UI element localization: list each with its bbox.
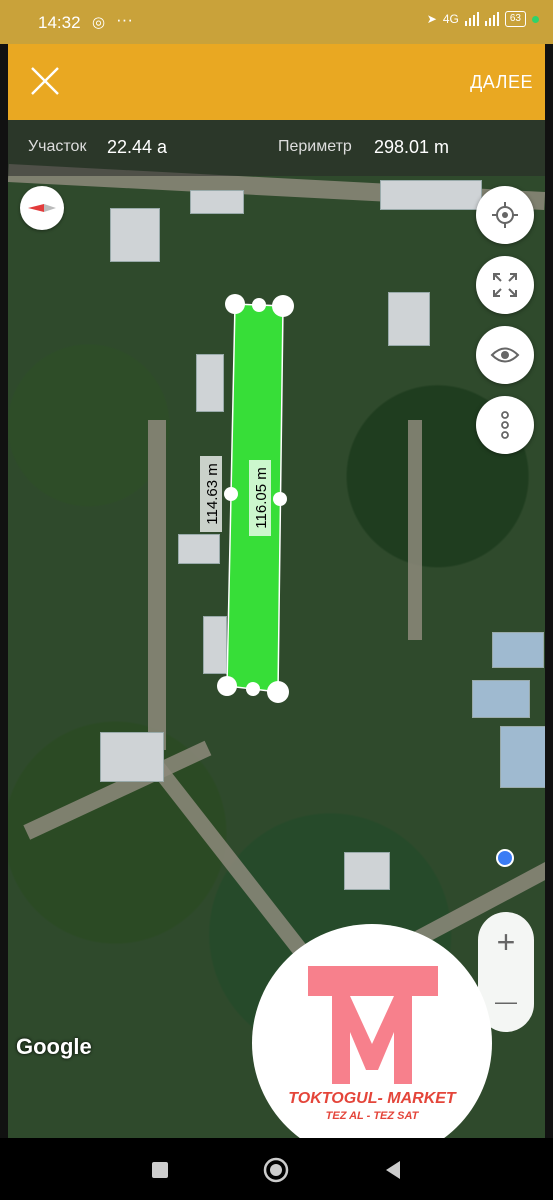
- more-options-button[interactable]: [476, 396, 534, 454]
- next-button[interactable]: ДАЛЕЕ: [470, 72, 533, 93]
- app-bar: ДАЛЕЕ: [8, 44, 545, 120]
- location-arrow-icon: ➤: [426, 12, 437, 26]
- current-location-dot: [496, 849, 514, 867]
- left-side-length: 114.63 m: [200, 456, 222, 532]
- more-vertical-icon: [501, 411, 509, 439]
- recent-apps-icon: [152, 1162, 168, 1178]
- logo-mark-icon: [308, 966, 438, 1084]
- active-dot-icon: [532, 15, 539, 23]
- system-nav-bar: [0, 1138, 553, 1200]
- network-type: 4G: [442, 12, 459, 26]
- vertex-handle[interactable]: [252, 298, 266, 312]
- battery-icon: 63: [504, 11, 526, 27]
- compass-button[interactable]: [20, 186, 64, 230]
- home-button[interactable]: [262, 1156, 290, 1184]
- back-icon: [386, 1161, 400, 1179]
- close-icon: [31, 67, 59, 95]
- toktogul-market-logo: TOKTOGUL- MARKET TEZ AL - TEZ SAT: [252, 924, 492, 1162]
- right-side-length: 116.05 m: [249, 460, 271, 536]
- my-location-button[interactable]: [476, 186, 534, 244]
- home-icon: [263, 1157, 289, 1183]
- status-right: ➤ 4G 63: [427, 11, 539, 27]
- fit-view-button[interactable]: [476, 256, 534, 314]
- eye-icon: [490, 347, 520, 363]
- status-bar: 14:32 ◎ ··· ➤ 4G 63: [0, 0, 553, 44]
- compass-icon: [28, 204, 56, 212]
- vertex-handle[interactable]: [224, 487, 238, 501]
- left-side-length-text: 114.63 m: [204, 463, 221, 524]
- google-attribution: Google: [16, 1034, 92, 1059]
- vertex-handle[interactable]: [267, 681, 289, 703]
- signal-2-icon: [484, 12, 499, 26]
- status-time: 14:32: [38, 13, 81, 32]
- vertex-handle[interactable]: [272, 295, 294, 317]
- vertex-handle[interactable]: [225, 294, 245, 314]
- back-button[interactable]: [380, 1156, 408, 1184]
- target-icon: [492, 202, 518, 228]
- close-button[interactable]: [28, 64, 62, 98]
- vertex-handle[interactable]: [273, 492, 287, 506]
- instagram-icon: ◎: [92, 14, 106, 31]
- logo-brand-text: TOKTOGUL- MARKET: [288, 1090, 456, 1107]
- visibility-button[interactable]: [476, 326, 534, 384]
- logo-slogan-text: TEZ AL - TEZ SAT: [325, 1110, 419, 1122]
- expand-icon: [493, 273, 517, 297]
- signal-icon: [464, 12, 479, 26]
- right-side-length-text: 116.05 m: [253, 467, 270, 528]
- recent-apps-button[interactable]: [146, 1156, 174, 1184]
- more-notifications-icon: ···: [116, 10, 133, 29]
- vertex-handle[interactable]: [246, 682, 260, 696]
- vertex-handle[interactable]: [217, 676, 237, 696]
